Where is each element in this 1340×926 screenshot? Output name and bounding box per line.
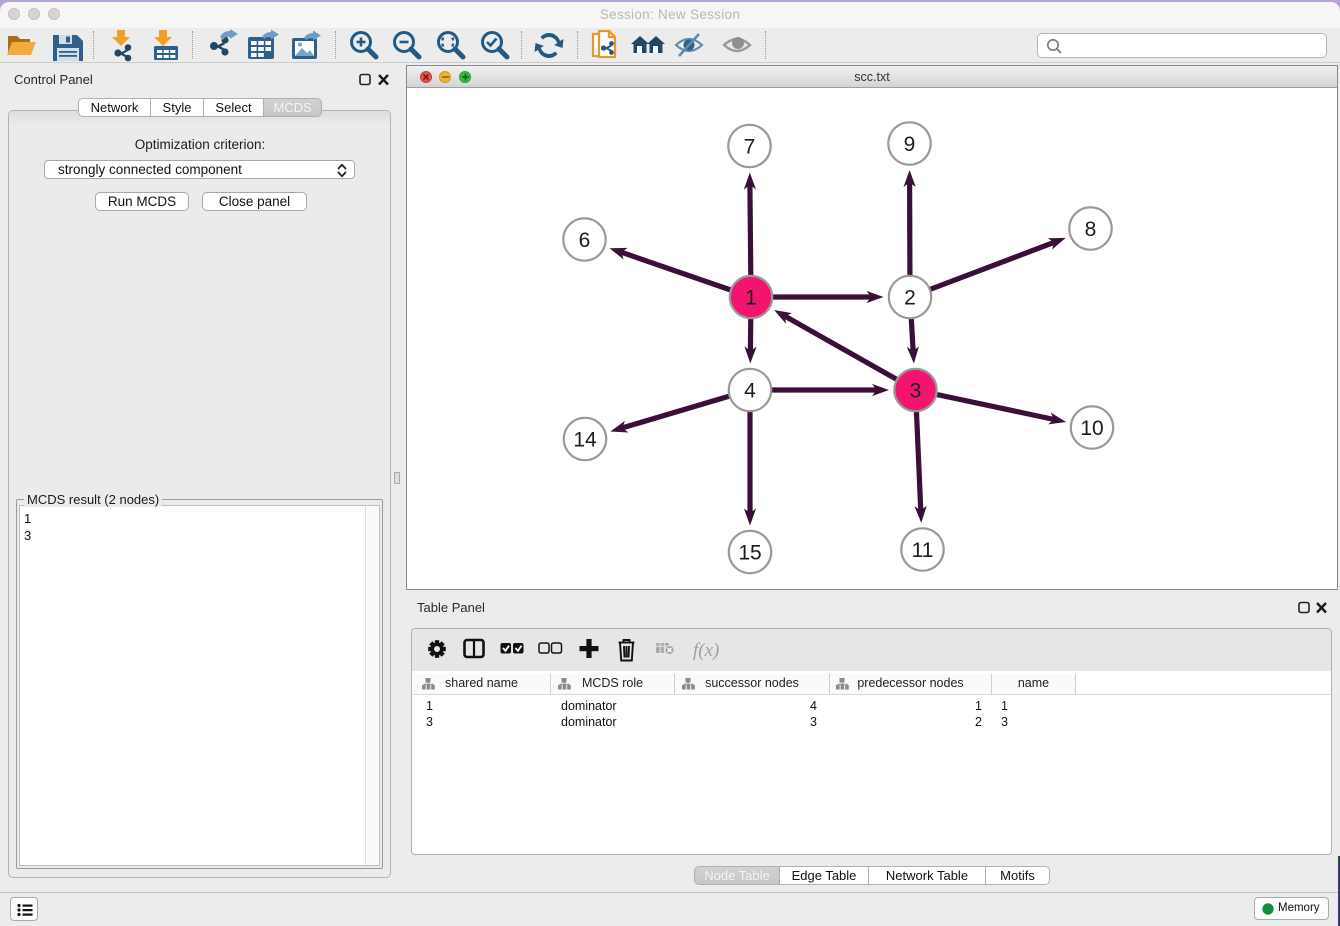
svg-text:f(x): f(x) xyxy=(693,640,719,661)
svg-text:15: 15 xyxy=(738,542,761,565)
svg-text:3: 3 xyxy=(910,380,922,403)
svg-text:1: 1 xyxy=(745,287,757,310)
svg-text:6: 6 xyxy=(579,229,591,252)
svg-text:10: 10 xyxy=(1080,417,1103,440)
svg-text:14: 14 xyxy=(573,429,597,452)
svg-text:9: 9 xyxy=(904,133,916,156)
svg-text:7: 7 xyxy=(744,136,756,159)
svg-text:2: 2 xyxy=(904,287,916,310)
svg-text:4: 4 xyxy=(744,380,756,403)
svg-text:11: 11 xyxy=(912,539,934,562)
svg-text:8: 8 xyxy=(1085,218,1097,241)
